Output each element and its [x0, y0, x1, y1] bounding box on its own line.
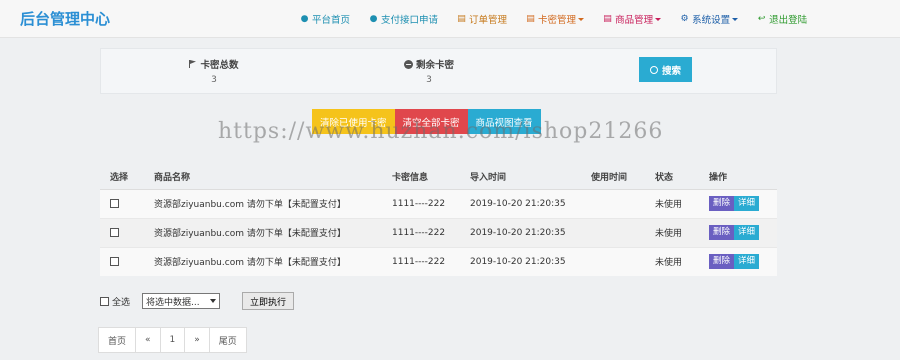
nav-logout[interactable]: ↩ 退出登陆: [757, 12, 807, 26]
search-button-label: 搜索: [661, 65, 681, 77]
cell-import-time: 2019-10-20 21:20:35: [470, 188, 591, 218]
nav-settings[interactable]: ⚙ 系统设置: [680, 12, 739, 26]
row-checkbox[interactable]: [110, 198, 119, 208]
nav-home[interactable]: ● 平台首页: [300, 12, 350, 26]
cell-import-time: 2019-10-20 21:20:35: [470, 217, 591, 247]
chevron-down-icon: [655, 17, 662, 21]
nav-payment-apply[interactable]: ● 支付接口申请: [369, 12, 438, 26]
stat-total-label: 卡密总数: [200, 60, 239, 71]
user-icon: ●: [369, 13, 378, 24]
cards-table: 选择 商品名称 卡密信息 导入时间 使用时间 状态 操作 资源部ziyuanbu…: [100, 164, 777, 276]
execute-button[interactable]: 立即执行: [242, 292, 295, 310]
stats-panel: 卡密总数 3 − 剩余卡密 3 搜索: [100, 48, 777, 94]
col-select: 选择: [100, 164, 154, 190]
cell-card-info: 1111----222: [392, 188, 470, 218]
cell-operations: 删除 详细: [709, 217, 777, 247]
select-all-label: 全选: [112, 297, 131, 308]
delete-button[interactable]: 删除: [709, 254, 735, 270]
user-icon: ●: [300, 13, 309, 24]
nav-orders[interactable]: ▤ 订单管理: [457, 12, 507, 26]
card-list-icon: ▤: [526, 13, 535, 24]
col-card-info: 卡密信息: [392, 164, 470, 190]
delete-button[interactable]: 删除: [709, 196, 735, 211]
cell-operations: 删除 详细: [709, 188, 777, 218]
col-use-time: 使用时间: [591, 164, 655, 190]
cell-card-info: 1111----222: [392, 217, 470, 247]
nav-payment-apply-label: 支付接口申请: [381, 15, 439, 26]
bulk-action-select-value: 将选中数据...: [146, 297, 200, 308]
col-operations: 操作: [709, 164, 777, 190]
brand-title[interactable]: 后台管理中心: [20, 8, 110, 29]
stat-total-value: 3: [211, 75, 217, 85]
pager-prev[interactable]: «: [136, 328, 161, 352]
minus-circle-icon: −: [403, 59, 413, 69]
clear-used-button[interactable]: 清除已使用卡密: [312, 109, 395, 134]
goods-list-icon: ▤: [603, 13, 612, 24]
view-goods-button[interactable]: 商品视图查看: [467, 109, 541, 134]
chevron-down-icon: [578, 17, 585, 21]
col-status: 状态: [655, 164, 709, 190]
cell-goods-name: 资源部ziyuanbu.com 请勿下单【未配置支付】: [154, 188, 392, 218]
table-row: 资源部ziyuanbu.com 请勿下单【未配置支付】 1111----222 …: [100, 246, 777, 276]
delete-button[interactable]: 删除: [709, 225, 735, 240]
chevron-down-icon: [210, 299, 217, 303]
cell-use-time: [591, 188, 655, 218]
bulk-action-select[interactable]: 将选中数据...: [142, 293, 221, 309]
nav-settings-label: 系统设置: [692, 15, 731, 26]
table-row: 资源部ziyuanbu.com 请勿下单【未配置支付】 1111----222 …: [100, 188, 777, 218]
cell-goods-name: 资源部ziyuanbu.com 请勿下单【未配置支付】: [154, 217, 392, 247]
col-goods-name: 商品名称: [154, 164, 392, 190]
select-all[interactable]: 全选: [100, 295, 130, 308]
nav-goods-label: 商品管理: [615, 15, 654, 26]
nav-logout-label: 退出登陆: [769, 15, 808, 26]
stat-remaining-value: 3: [426, 75, 432, 85]
nav-home-label: 平台首页: [312, 15, 351, 26]
cell-use-time: [591, 217, 655, 247]
gear-icon: ⚙: [680, 13, 689, 24]
pager-last[interactable]: 尾页: [210, 328, 246, 352]
pager-next[interactable]: »: [185, 328, 210, 352]
stat-total: 卡密总数 3: [154, 57, 274, 85]
detail-button[interactable]: 详细: [734, 196, 760, 211]
pagination: 首页 « 1 » 尾页: [98, 327, 247, 353]
row-checkbox[interactable]: [110, 227, 119, 237]
cell-operations: 删除 详细: [709, 246, 777, 276]
detail-button[interactable]: 详细: [734, 225, 760, 240]
search-button[interactable]: 搜索: [639, 57, 692, 82]
row-checkbox[interactable]: [110, 256, 119, 266]
stat-remaining-label: 剩余卡密: [415, 60, 454, 71]
pager-first[interactable]: 首页: [99, 328, 137, 352]
cell-card-info: 1111----222: [392, 246, 470, 276]
nav-cards[interactable]: ▤ 卡密管理: [526, 12, 585, 26]
pager-page-1[interactable]: 1: [161, 328, 186, 352]
main-nav: ● 平台首页 ● 支付接口申请 ▤ 订单管理 ▤ 卡密管理 ▤ 商品管理 ⚙ 系…: [300, 0, 826, 38]
search-icon: [649, 65, 658, 74]
col-import-time: 导入时间: [470, 164, 591, 190]
card-actions: 清除已使用卡密 清空全部卡密 商品视图查看: [312, 109, 541, 134]
cell-goods-name: 资源部ziyuanbu.com 请勿下单【未配置支付】: [154, 246, 392, 276]
flag-icon: [189, 60, 197, 68]
cell-status: 未使用: [655, 246, 709, 276]
stat-remaining: − 剩余卡密 3: [369, 57, 489, 85]
order-list-icon: ▤: [457, 13, 466, 24]
select-all-checkbox[interactable]: [100, 296, 109, 306]
nav-orders-label: 订单管理: [469, 15, 508, 26]
cell-import-time: 2019-10-20 21:20:35: [470, 246, 591, 276]
top-navbar: 后台管理中心 ● 平台首页 ● 支付接口申请 ▤ 订单管理 ▤ 卡密管理 ▤ 商…: [0, 0, 900, 38]
cell-status: 未使用: [655, 188, 709, 218]
detail-button[interactable]: 详细: [734, 254, 760, 270]
chevron-down-icon: [732, 17, 739, 21]
table-row: 资源部ziyuanbu.com 请勿下单【未配置支付】 1111----222 …: [100, 217, 777, 247]
clear-all-button[interactable]: 清空全部卡密: [394, 109, 468, 134]
logout-icon: ↩: [757, 13, 766, 24]
cell-status: 未使用: [655, 217, 709, 247]
nav-goods[interactable]: ▤ 商品管理: [603, 12, 662, 26]
table-header-row: 选择 商品名称 卡密信息 导入时间 使用时间 状态 操作: [100, 164, 777, 190]
nav-cards-label: 卡密管理: [538, 15, 577, 26]
cell-use-time: [591, 246, 655, 276]
bulk-actions: 全选 将选中数据... 立即执行: [100, 292, 295, 310]
